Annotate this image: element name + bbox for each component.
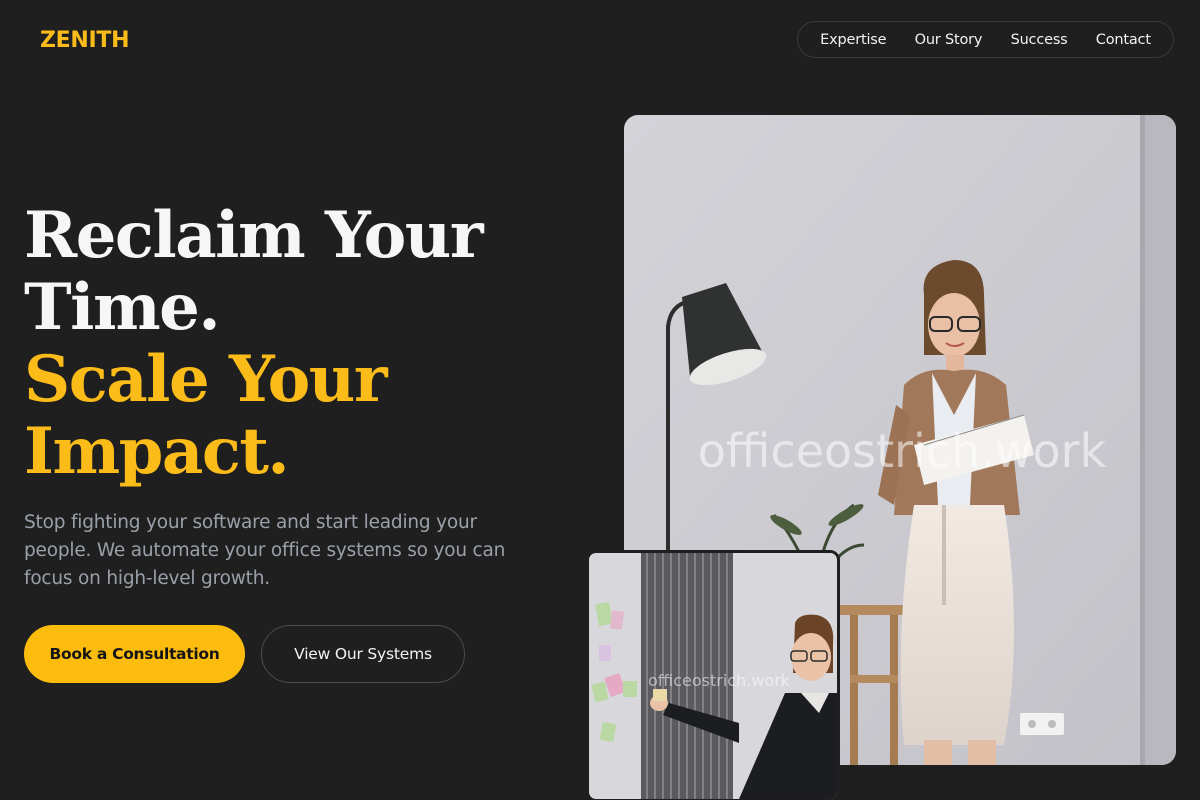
headline-line-1: Reclaim Your (24, 198, 484, 273)
hero-description: Stop fighting your software and start le… (24, 512, 506, 589)
nav-item-our-story[interactable]: Our Story (915, 32, 983, 48)
headline-line-4: Impact. (24, 414, 290, 489)
headline-line-2: Time. (24, 270, 221, 345)
main-nav: Expertise Our Story Success Contact (797, 21, 1174, 58)
nav-item-success[interactable]: Success (1011, 32, 1068, 48)
secondary-photo-illustration: officeostrich.work (589, 553, 837, 799)
view-systems-button[interactable]: View Our Systems (261, 625, 465, 683)
nav-item-contact[interactable]: Contact (1096, 32, 1151, 48)
landing-page: ZENITH Expertise Our Story Success Conta… (0, 0, 1200, 800)
main-photo-watermark: officeostrich.work (698, 424, 1107, 478)
hero-headline: Reclaim Your Time. Scale Your Impact. (24, 198, 484, 489)
headline-line-3: Scale Your (24, 342, 388, 417)
secondary-photo: officeostrich.work (586, 550, 840, 800)
nav-item-expertise[interactable]: Expertise (820, 32, 886, 48)
brand-logo[interactable]: ZENITH (40, 28, 130, 53)
book-consultation-button[interactable]: Book a Consultation (24, 625, 245, 683)
secondary-photo-watermark: officeostrich.work (648, 671, 791, 690)
